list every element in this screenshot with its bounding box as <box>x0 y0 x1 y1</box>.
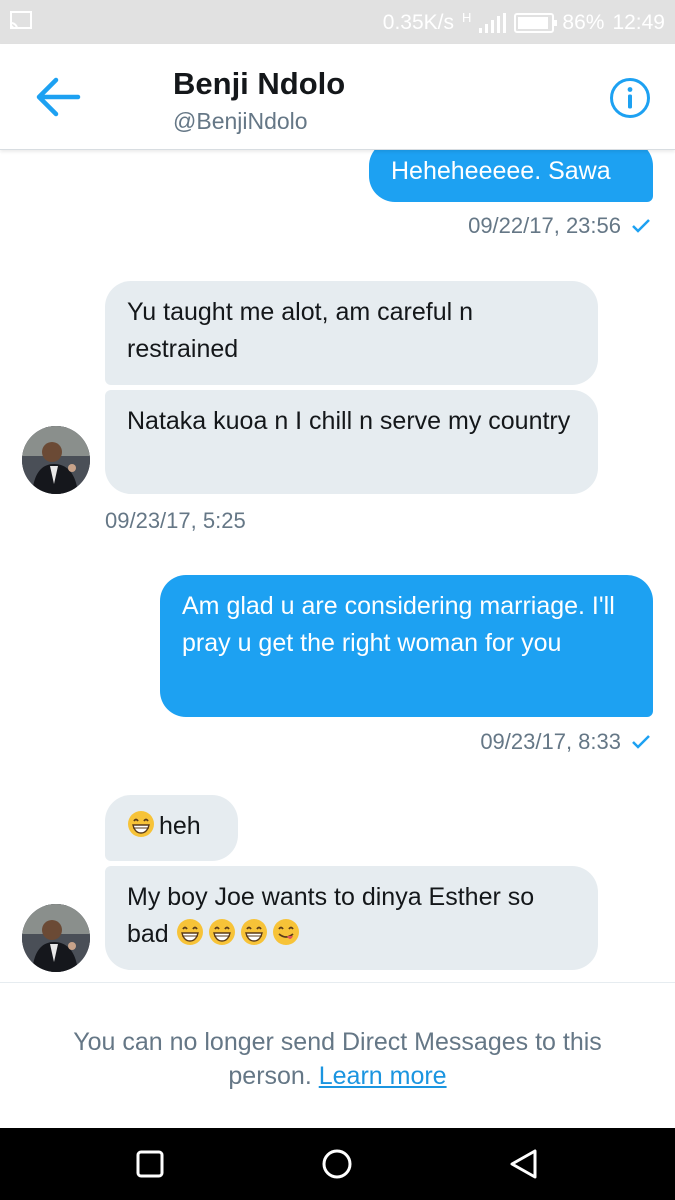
emoji-group <box>176 919 304 948</box>
learn-more-link[interactable]: Learn more <box>319 1062 447 1090</box>
message-text: Nataka kuoa n I chill n serve my country <box>127 407 571 435</box>
home-icon[interactable] <box>319 1146 355 1182</box>
navigation-bar <box>0 1128 675 1200</box>
message-timestamp: 09/23/17, 8:33 <box>480 729 651 755</box>
sent-check-icon <box>632 735 650 749</box>
status-right: 0.35K/s H 86% 12:49 <box>383 10 665 36</box>
info-icon[interactable] <box>609 77 651 119</box>
conversation-title: Benji Ndolo <box>173 66 346 101</box>
message-bubble[interactable]: Yu taught me alot, am careful n restrain… <box>105 281 598 385</box>
message-text: Yu taught me alot, am careful n restrain… <box>127 298 474 363</box>
clock: 12:49 <box>612 11 665 34</box>
message-bubble[interactable]: heh <box>105 795 238 861</box>
grinning-face-emoji <box>128 811 154 837</box>
back-arrow-icon[interactable] <box>32 74 84 120</box>
network-type: H <box>462 10 472 25</box>
message-text: Am glad u are considering marriage. I'll… <box>182 592 615 657</box>
grinning-face-emoji <box>240 919 267 945</box>
conversation-handle: @BenjiNdolo <box>173 108 308 134</box>
avatar[interactable] <box>22 904 90 972</box>
grinning-face-emoji <box>176 919 203 945</box>
screen-cast-icon <box>10 11 32 29</box>
conversation-header: Benji Ndolo @BenjiNdolo <box>0 44 675 150</box>
network-speed: 0.35K/s <box>382 11 455 34</box>
battery-level: 86% <box>562 11 605 34</box>
conversation-title-block[interactable]: Benji Ndolo @BenjiNdolo <box>173 66 345 135</box>
yum-face-emoji <box>272 919 299 945</box>
message-list[interactable]: Heheheeeee. Sawa 09/22/17, 23:56 Yu taug… <box>0 150 675 982</box>
sent-check-icon <box>632 219 650 233</box>
recent-apps-icon[interactable] <box>132 1146 168 1182</box>
message-bubble[interactable]: Am glad u are considering marriage. I'll… <box>160 575 653 717</box>
message-text: heh <box>159 812 201 840</box>
message-text: Heheheeeee. Sawa <box>391 157 611 185</box>
avatar-image <box>22 426 90 494</box>
status-bar: 0.35K/s H 86% 12:49 <box>0 0 675 44</box>
avatar[interactable] <box>22 426 90 494</box>
back-icon[interactable] <box>506 1146 542 1182</box>
message-bubble[interactable]: Heheheeeee. Sawa <box>369 150 653 202</box>
dm-disabled-notice: You can no longer send Direct Messages t… <box>0 982 675 1128</box>
avatar-image <box>22 904 90 972</box>
grinning-face-emoji <box>208 919 235 945</box>
battery-icon <box>514 13 558 33</box>
message-bubble[interactable]: My boy Joe wants to dinya Esther so bad <box>105 866 598 970</box>
message-bubble[interactable]: Nataka kuoa n I chill n serve my country <box>105 390 598 494</box>
message-timestamp: 09/23/17, 5:25 <box>105 508 246 533</box>
message-timestamp: 09/22/17, 23:56 <box>468 213 651 239</box>
signal-icon <box>479 13 507 33</box>
